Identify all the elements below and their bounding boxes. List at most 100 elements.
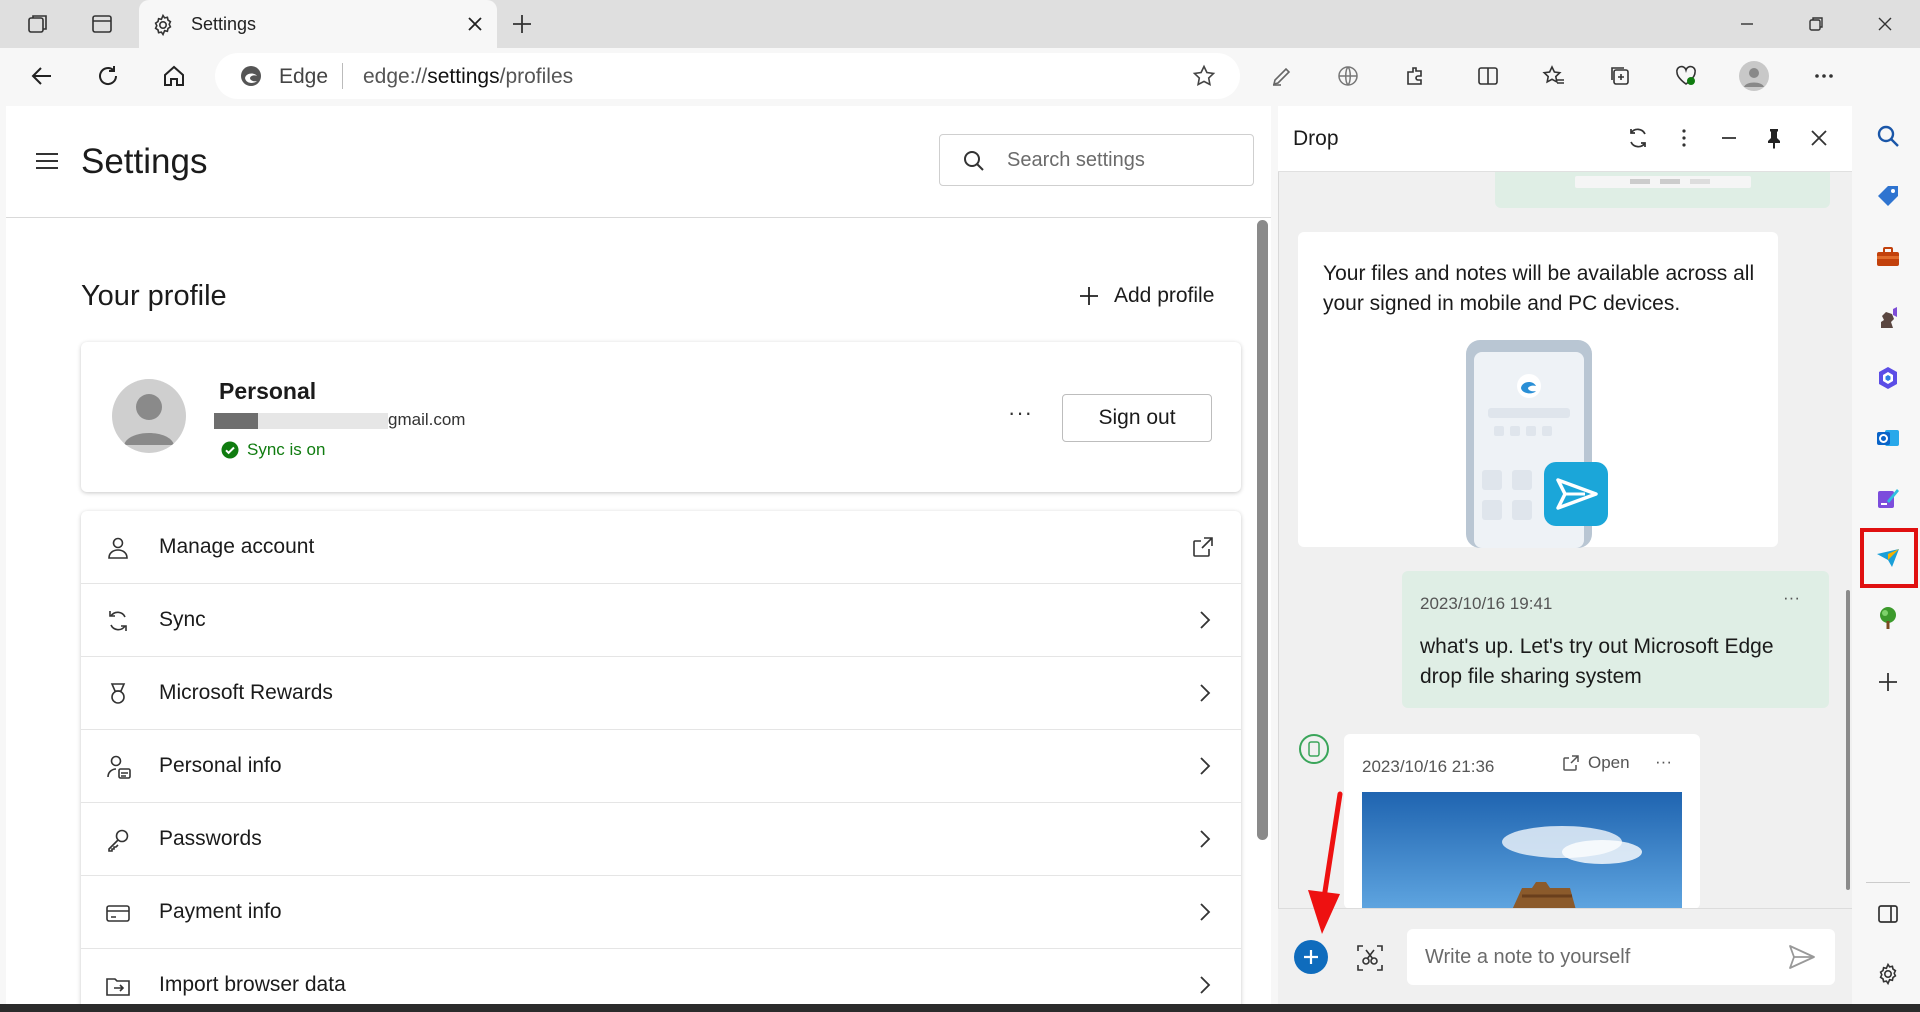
- pin-icon[interactable]: [1758, 122, 1790, 154]
- menu-item-import-browser-data[interactable]: Import browser data: [81, 949, 1241, 1012]
- message-more-button[interactable]: ···: [1655, 752, 1672, 772]
- menu-item-label: Sync: [159, 608, 206, 631]
- extensions-icon[interactable]: [1394, 54, 1438, 98]
- sync-icon: [105, 608, 131, 634]
- new-tab-button[interactable]: [502, 8, 542, 40]
- drop-icon[interactable]: [1868, 538, 1908, 578]
- plus-icon: [1078, 285, 1100, 307]
- hamburger-menu-icon[interactable]: [34, 150, 60, 172]
- close-window-button[interactable]: [1862, 10, 1908, 38]
- microsoft-365-icon[interactable]: [1868, 358, 1908, 398]
- taskbar-edge: [0, 1004, 1920, 1012]
- profile-name: Personal: [219, 378, 317, 404]
- add-profile-button[interactable]: Add profile: [1078, 280, 1214, 312]
- menu-item-personal-info[interactable]: Personal info: [81, 730, 1241, 803]
- tree-icon[interactable]: [1868, 598, 1908, 638]
- designer-icon[interactable]: [1868, 478, 1908, 518]
- note-input[interactable]: [1407, 929, 1835, 985]
- menu-item-sync[interactable]: Sync: [81, 584, 1241, 657]
- chevron-right-icon: [1195, 754, 1215, 778]
- menu-item-payment-info[interactable]: Payment info: [81, 876, 1241, 949]
- person-icon: [105, 535, 131, 561]
- message-timestamp: 2023/10/16 19:41: [1420, 594, 1553, 613]
- search-icon: [962, 149, 986, 173]
- drop-title: Drop: [1293, 127, 1339, 150]
- vertical-tabs-icon[interactable]: [82, 8, 122, 40]
- favorite-star-icon[interactable]: [1192, 64, 1216, 88]
- address-bar[interactable]: Edge edge://settings/profiles: [215, 53, 1240, 99]
- menu-item-label: Passwords: [159, 827, 262, 850]
- more-menu-icon[interactable]: [1802, 54, 1846, 98]
- collections-icon[interactable]: [1598, 54, 1642, 98]
- globe-icon[interactable]: [1326, 54, 1370, 98]
- menu-item-label: Personal info: [159, 754, 282, 777]
- menu-item-label: Import browser data: [159, 973, 346, 996]
- screenshot-capture-icon[interactable]: [1352, 940, 1388, 976]
- add-sidebar-app-icon[interactable]: [1868, 662, 1908, 702]
- menu-item-manage-account[interactable]: Manage account: [81, 511, 1241, 584]
- back-button[interactable]: [20, 54, 64, 98]
- profile-avatar-button[interactable]: [1732, 54, 1776, 98]
- import-icon: [105, 973, 131, 999]
- menu-item-passwords[interactable]: Passwords: [81, 803, 1241, 876]
- drop-scrollbar[interactable]: [1846, 590, 1850, 890]
- close-tab-icon[interactable]: [465, 14, 485, 34]
- chevron-right-icon: [1195, 973, 1215, 997]
- gear-icon: [151, 13, 175, 37]
- profile-more-button[interactable]: ···: [1008, 400, 1033, 426]
- hide-sidebar-icon[interactable]: [1868, 894, 1908, 934]
- search-settings-input[interactable]: Search settings: [939, 134, 1254, 186]
- redacted-block: [258, 413, 388, 429]
- rewards-icon: [105, 681, 131, 707]
- key-icon: [105, 827, 131, 853]
- check-circle-icon: [221, 441, 239, 459]
- refresh-button[interactable]: [86, 54, 130, 98]
- restore-button[interactable]: [1793, 10, 1839, 38]
- search-icon[interactable]: [1868, 116, 1908, 156]
- phone-illustration: [1466, 340, 1626, 548]
- browser-essentials-icon[interactable]: [1664, 54, 1708, 98]
- workspaces-icon[interactable]: [18, 8, 58, 40]
- split-screen-icon[interactable]: [1466, 54, 1510, 98]
- message-text: what's up. Let's try out Microsoft Edge …: [1420, 635, 1774, 688]
- sign-out-button[interactable]: Sign out: [1062, 394, 1212, 442]
- menu-item-label: Payment info: [159, 900, 282, 923]
- redacted-block: [214, 413, 258, 429]
- send-icon[interactable]: [1787, 942, 1817, 972]
- open-file-button[interactable]: Open: [1562, 753, 1630, 773]
- sidebar-divider: [1866, 882, 1910, 883]
- menu-item-microsoft-rewards[interactable]: Microsoft Rewards: [81, 657, 1241, 730]
- address-separator: [342, 63, 343, 89]
- close-pane-icon[interactable]: [1803, 122, 1835, 154]
- phone-device-icon: [1299, 734, 1329, 764]
- profile-heading: Your profile: [81, 280, 227, 312]
- add-file-button[interactable]: [1294, 940, 1328, 974]
- sync-status-label: Sync is on: [247, 440, 326, 459]
- sidebar-settings-icon[interactable]: [1868, 954, 1908, 994]
- card-icon: [105, 900, 131, 926]
- minimize-pane-icon[interactable]: [1713, 122, 1745, 154]
- add-profile-label: Add profile: [1114, 284, 1215, 307]
- edge-logo-icon: [239, 64, 263, 88]
- minimize-button[interactable]: [1724, 10, 1770, 38]
- settings-scrollbar[interactable]: [1257, 220, 1268, 840]
- favorites-icon[interactable]: [1532, 54, 1576, 98]
- external-link-icon: [1562, 754, 1580, 772]
- shared-photo[interactable]: [1362, 792, 1682, 910]
- drop-more-icon[interactable]: [1668, 122, 1700, 154]
- tab-settings[interactable]: Settings: [139, 0, 497, 48]
- games-icon[interactable]: [1868, 298, 1908, 338]
- outlook-icon[interactable]: [1868, 418, 1908, 458]
- shopping-tag-icon[interactable]: [1868, 176, 1908, 216]
- page-title: Settings: [81, 142, 208, 181]
- message-more-button[interactable]: ···: [1783, 588, 1800, 608]
- sync-status: Sync is on: [221, 440, 325, 460]
- url-text[interactable]: edge://settings/profiles: [363, 65, 573, 89]
- home-button[interactable]: [152, 54, 196, 98]
- tools-icon[interactable]: [1868, 236, 1908, 276]
- pen-icon[interactable]: [1260, 54, 1304, 98]
- tab-title: Settings: [191, 14, 257, 34]
- refresh-icon[interactable]: [1622, 122, 1654, 154]
- menu-item-label: Microsoft Rewards: [159, 681, 333, 704]
- site-identity-label: Edge: [279, 65, 329, 88]
